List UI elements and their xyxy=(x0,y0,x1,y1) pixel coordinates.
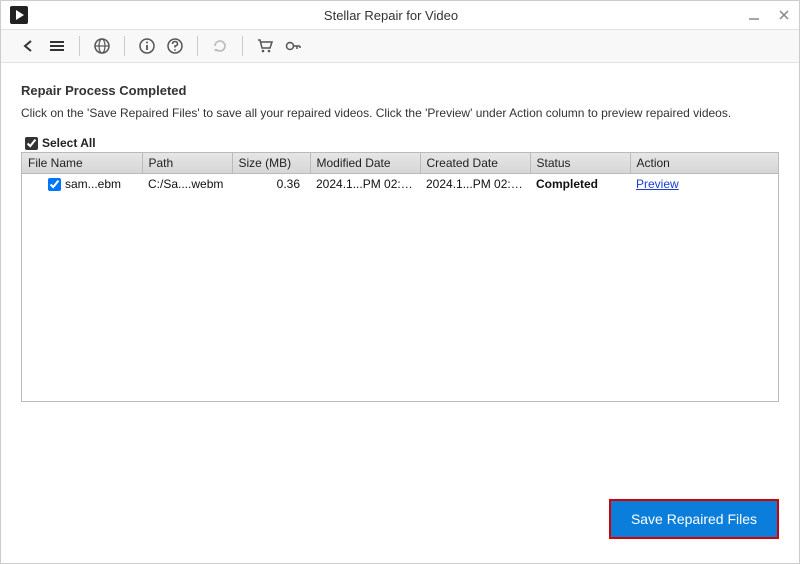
cell-path: C:/Sa....webm xyxy=(142,174,232,195)
cell-modified: 2024.1...PM 02:07 xyxy=(310,174,420,195)
filename-text: sam...ebm xyxy=(65,177,121,191)
cell-filename: sam...ebm xyxy=(22,174,142,195)
col-action[interactable]: Action xyxy=(630,153,778,174)
cell-status: Completed xyxy=(530,174,630,195)
app-icon xyxy=(9,5,29,25)
col-path[interactable]: Path xyxy=(142,153,232,174)
toolbar-separator xyxy=(79,36,80,56)
close-button[interactable] xyxy=(777,8,791,22)
row-checkbox[interactable] xyxy=(48,178,61,191)
cell-action: Preview xyxy=(630,174,778,195)
info-icon[interactable] xyxy=(135,34,159,58)
key-icon[interactable] xyxy=(281,34,305,58)
cell-created: 2024.1...PM 02:06 xyxy=(420,174,530,195)
results-table: File Name Path Size (MB) Modified Date C… xyxy=(22,153,778,194)
results-table-container: File Name Path Size (MB) Modified Date C… xyxy=(21,152,779,402)
window-title: Stellar Repair for Video xyxy=(35,8,747,23)
save-repaired-files-button[interactable]: Save Repaired Files xyxy=(609,499,779,539)
toolbar xyxy=(1,29,799,63)
col-modified[interactable]: Modified Date xyxy=(310,153,420,174)
select-all-checkbox[interactable]: Select All xyxy=(21,136,779,150)
col-status[interactable]: Status xyxy=(530,153,630,174)
window-controls xyxy=(747,8,791,22)
toolbar-separator xyxy=(124,36,125,56)
select-all-input[interactable] xyxy=(25,137,38,150)
select-all-label: Select All xyxy=(42,136,96,150)
toolbar-separator xyxy=(242,36,243,56)
menu-icon[interactable] xyxy=(45,34,69,58)
minimize-button[interactable] xyxy=(747,8,761,22)
page-description: Click on the 'Save Repaired Files' to sa… xyxy=(21,104,779,122)
col-filename[interactable]: File Name xyxy=(22,153,142,174)
help-icon[interactable] xyxy=(163,34,187,58)
page-heading: Repair Process Completed xyxy=(21,83,779,98)
app-window: Stellar Repair for Video xyxy=(0,0,800,564)
footer: Save Repaired Files xyxy=(21,489,779,553)
cart-icon[interactable] xyxy=(253,34,277,58)
col-created[interactable]: Created Date xyxy=(420,153,530,174)
back-button[interactable] xyxy=(17,34,41,58)
table-header-row: File Name Path Size (MB) Modified Date C… xyxy=(22,153,778,174)
col-size[interactable]: Size (MB) xyxy=(232,153,310,174)
refresh-icon[interactable] xyxy=(208,34,232,58)
main-content: Repair Process Completed Click on the 'S… xyxy=(1,63,799,563)
preview-link[interactable]: Preview xyxy=(636,177,679,191)
cell-size: 0.36 xyxy=(232,174,310,195)
titlebar: Stellar Repair for Video xyxy=(1,1,799,29)
globe-icon[interactable] xyxy=(90,34,114,58)
table-row[interactable]: sam...ebm C:/Sa....webm 0.36 2024.1...PM… xyxy=(22,174,778,195)
toolbar-separator xyxy=(197,36,198,56)
